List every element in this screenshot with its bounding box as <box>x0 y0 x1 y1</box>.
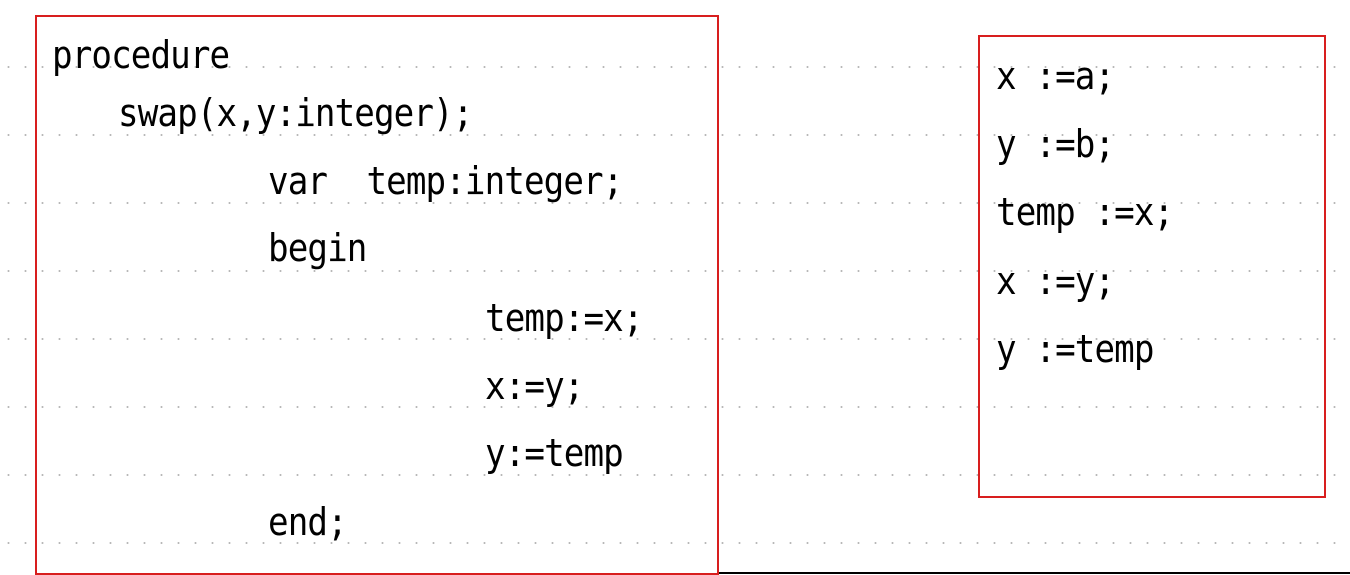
bottom-divider-line <box>719 572 1350 574</box>
assign-x-line: x :=a; <box>996 54 1115 98</box>
assign-y-line: y :=b; <box>996 122 1115 166</box>
procedure-keyword-line: procedure <box>52 33 230 77</box>
procedure-begin-line: begin <box>268 226 367 270</box>
procedure-x-assign-line: x:=y; <box>485 364 584 408</box>
assign-temp-line: temp :=x; <box>996 190 1174 234</box>
procedure-end-line: end; <box>268 500 348 544</box>
procedure-var-declaration-line: var temp:integer; <box>268 159 623 203</box>
assign-x-from-y-line: x :=y; <box>996 259 1115 303</box>
assign-y-from-temp-line: y :=temp <box>996 327 1154 371</box>
procedure-temp-assign-line: temp:=x; <box>485 296 643 340</box>
procedure-y-assign-line: y:=temp <box>485 431 624 475</box>
procedure-signature-line: swap(x,y:integer); <box>118 91 473 135</box>
